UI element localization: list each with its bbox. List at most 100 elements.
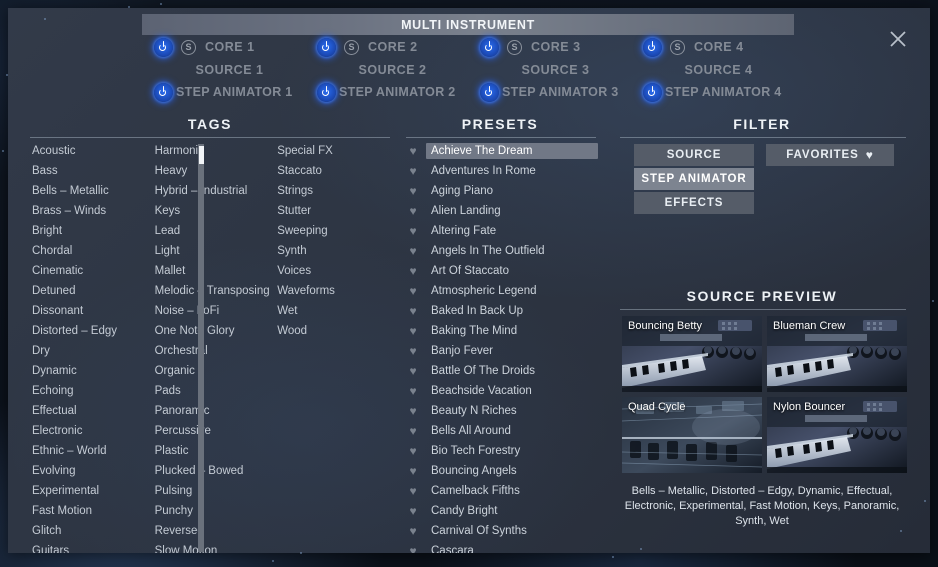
tag-item[interactable]: Sweeping [271, 221, 394, 241]
tag-item[interactable]: Mallet [149, 261, 272, 281]
heart-icon[interactable]: ♥ [406, 525, 420, 537]
heart-icon[interactable]: ♥ [406, 385, 420, 397]
heart-icon[interactable]: ♥ [406, 485, 420, 497]
preset-row[interactable]: ♥ Camelback Fifths [402, 481, 598, 501]
source-label-1[interactable]: SOURCE 1 [154, 63, 305, 77]
tag-item[interactable]: Special FX [271, 141, 394, 161]
power-icon-core-4[interactable] [643, 37, 662, 57]
heart-icon[interactable]: ♥ [406, 185, 420, 197]
tag-item[interactable]: Ethnic – World [26, 441, 149, 461]
solo-button-core-4[interactable]: S [670, 39, 685, 55]
power-icon-step-animator-2[interactable] [317, 82, 336, 102]
power-icon-core-1[interactable] [154, 37, 173, 57]
power-icon-step-animator-4[interactable] [643, 82, 662, 102]
heart-icon[interactable]: ♥ [406, 405, 420, 417]
tag-item[interactable]: Keys [149, 201, 272, 221]
heart-icon[interactable]: ♥ [406, 365, 420, 377]
tag-item[interactable]: Waveforms [271, 281, 394, 301]
close-button[interactable] [887, 28, 909, 50]
heart-icon[interactable]: ♥ [406, 425, 420, 437]
solo-button-core-3[interactable]: S [507, 39, 522, 55]
tag-item[interactable]: Evolving [26, 461, 149, 481]
preset-scrollbar[interactable] [198, 144, 204, 552]
tag-item[interactable]: Experimental [26, 481, 149, 501]
tag-item[interactable]: Effectual [26, 401, 149, 421]
preset-row[interactable]: ♥ Art Of Staccato [402, 261, 598, 281]
tag-item[interactable]: Bells – Metallic [26, 181, 149, 201]
tag-item[interactable]: Plastic [149, 441, 272, 461]
power-icon-core-2[interactable] [317, 37, 336, 57]
filter-button-effects[interactable]: EFFECTS [634, 192, 754, 214]
filter-button-step-animator[interactable]: STEP ANIMATOR [634, 168, 754, 190]
preset-row[interactable]: ♥ Baked In Back Up [402, 301, 598, 321]
tag-item[interactable]: Dissonant [26, 301, 149, 321]
source-preview-thumbnail[interactable]: Bouncing Betty [622, 316, 762, 392]
preset-row[interactable]: ♥ Aging Piano [402, 181, 598, 201]
tag-item[interactable]: Reversed [149, 521, 272, 541]
tag-item[interactable]: Distorted – Edgy [26, 321, 149, 341]
heart-icon[interactable]: ♥ [406, 145, 420, 157]
tag-item[interactable]: Pads [149, 381, 272, 401]
preset-row[interactable]: ♥ Bells All Around [402, 421, 598, 441]
tag-item[interactable]: Punchy [149, 501, 272, 521]
tag-item[interactable]: Hybrid – Industrial [149, 181, 272, 201]
tag-item[interactable]: Slow Motion [149, 541, 272, 553]
tag-item[interactable]: Staccato [271, 161, 394, 181]
preset-row[interactable]: ♥ Achieve The Dream [402, 141, 598, 161]
preset-row[interactable]: ♥ Alien Landing [402, 201, 598, 221]
tag-item[interactable]: Heavy [149, 161, 272, 181]
power-icon-step-animator-1[interactable] [154, 82, 173, 102]
preset-row[interactable]: ♥ Battle Of The Droids [402, 361, 598, 381]
preset-row[interactable]: ♥ Angels In The Outfield [402, 241, 598, 261]
solo-button-core-2[interactable]: S [344, 39, 359, 55]
preset-row[interactable]: ♥ Beauty N Riches [402, 401, 598, 421]
heart-icon[interactable]: ♥ [406, 265, 420, 277]
preset-row[interactable]: ♥ Cascara [402, 541, 598, 553]
preset-row[interactable]: ♥ Candy Bright [402, 501, 598, 521]
source-preview-thumbnail[interactable]: Quad Cycle [622, 397, 762, 473]
tag-item[interactable]: Synth [271, 241, 394, 261]
tag-item[interactable]: Fast Motion [26, 501, 149, 521]
multi-instrument-title-bar[interactable]: MULTI INSTRUMENT [142, 14, 794, 35]
heart-icon[interactable]: ♥ [406, 545, 420, 553]
heart-icon[interactable]: ♥ [406, 245, 420, 257]
filter-button-source[interactable]: SOURCE [634, 144, 754, 166]
tag-item[interactable]: Percussive [149, 421, 272, 441]
heart-icon[interactable]: ♥ [406, 445, 420, 457]
tag-item[interactable]: Detuned [26, 281, 149, 301]
source-label-3[interactable]: SOURCE 3 [480, 63, 631, 77]
filter-button-favorites[interactable]: FAVORITES ♥ [766, 144, 894, 166]
solo-button-core-1[interactable]: S [181, 39, 196, 55]
tag-item[interactable]: Voices [271, 261, 394, 281]
heart-icon[interactable]: ♥ [406, 285, 420, 297]
heart-icon[interactable]: ♥ [406, 305, 420, 317]
tag-item[interactable]: Lead [149, 221, 272, 241]
tag-item[interactable]: One Note Glory [149, 321, 272, 341]
heart-icon[interactable]: ♥ [406, 165, 420, 177]
tag-item[interactable]: Dry [26, 341, 149, 361]
tag-item[interactable]: Plucked – Bowed [149, 461, 272, 481]
preset-row[interactable]: ♥ Bio Tech Forestry [402, 441, 598, 461]
tag-item[interactable]: Dynamic [26, 361, 149, 381]
tag-item[interactable]: Harmonic [149, 141, 272, 161]
preset-row[interactable]: ♥ Carnival Of Synths [402, 521, 598, 541]
tag-item[interactable]: Light [149, 241, 272, 261]
tag-item[interactable]: Panoramic [149, 401, 272, 421]
tag-item[interactable]: Strings [271, 181, 394, 201]
tag-item[interactable]: Wood [271, 321, 394, 341]
power-icon-core-3[interactable] [480, 37, 499, 57]
preset-row[interactable]: ♥ Bouncing Angels [402, 461, 598, 481]
heart-icon[interactable]: ♥ [406, 505, 420, 517]
tag-item[interactable]: Orchestral [149, 341, 272, 361]
source-preview-thumbnail[interactable]: Nylon Bouncer [767, 397, 907, 473]
heart-icon[interactable]: ♥ [406, 345, 420, 357]
source-label-2[interactable]: SOURCE 2 [317, 63, 468, 77]
preset-row[interactable]: ♥ Altering Fate [402, 221, 598, 241]
tag-item[interactable]: Stutter [271, 201, 394, 221]
tag-item[interactable]: Guitars [26, 541, 149, 553]
tag-item[interactable]: Brass – Winds [26, 201, 149, 221]
tag-item[interactable]: Organic [149, 361, 272, 381]
source-label-4[interactable]: SOURCE 4 [643, 63, 794, 77]
preset-scrollbar-thumb[interactable] [198, 146, 204, 164]
heart-icon[interactable]: ♥ [406, 465, 420, 477]
